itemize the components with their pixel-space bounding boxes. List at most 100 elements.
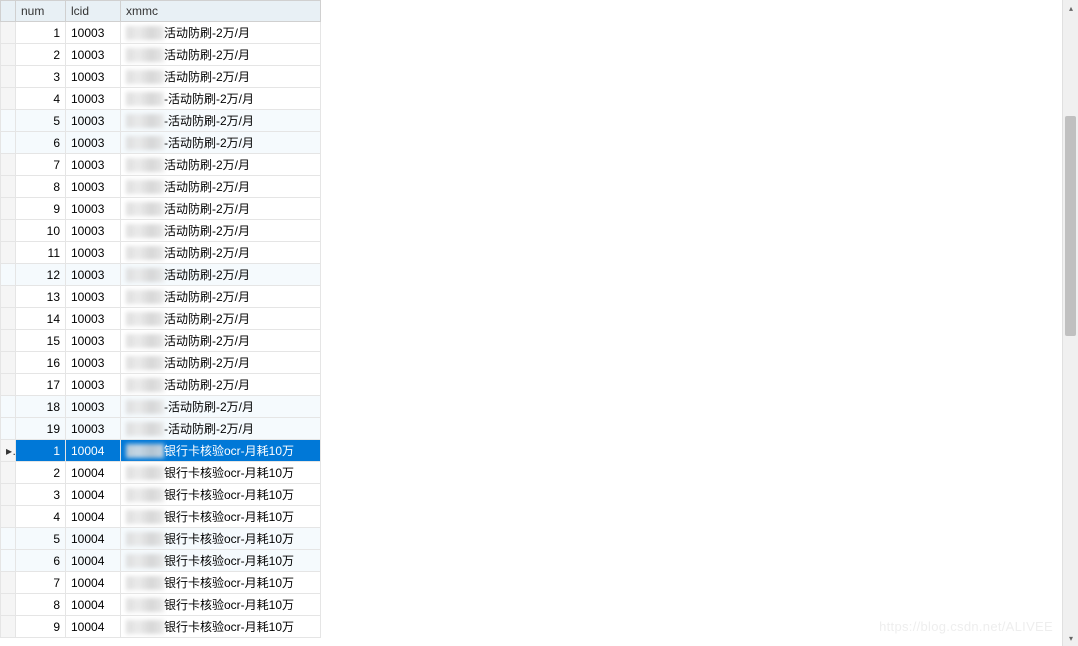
table-row[interactable]: 1710003活动防刷-2万/月 <box>1 374 321 396</box>
table-row[interactable]: 310004银行卡核验ocr-月耗10万 <box>1 484 321 506</box>
table-row[interactable]: 710004银行卡核验ocr-月耗10万 <box>1 572 321 594</box>
cell-xmmc[interactable]: 活动防刷-2万/月 <box>121 66 321 88</box>
cell-lcid[interactable]: 10004 <box>66 616 121 638</box>
cell-num[interactable]: 5 <box>16 110 66 132</box>
cell-lcid[interactable]: 10004 <box>66 550 121 572</box>
cell-num[interactable]: 9 <box>16 198 66 220</box>
cell-num[interactable]: 9 <box>16 616 66 638</box>
cell-lcid[interactable]: 10003 <box>66 132 121 154</box>
cell-xmmc[interactable]: 活动防刷-2万/月 <box>121 264 321 286</box>
cell-lcid[interactable]: 10003 <box>66 264 121 286</box>
cell-num[interactable]: 4 <box>16 88 66 110</box>
table-row[interactable]: 1610003活动防刷-2万/月 <box>1 352 321 374</box>
cell-xmmc[interactable]: 银行卡核验ocr-月耗10万 <box>121 616 321 638</box>
cell-num[interactable]: 3 <box>16 484 66 506</box>
table-row[interactable]: 210004银行卡核验ocr-月耗10万 <box>1 462 321 484</box>
cell-lcid[interactable]: 10003 <box>66 308 121 330</box>
cell-num[interactable]: 2 <box>16 44 66 66</box>
table-row[interactable]: 1910003-活动防刷-2万/月 <box>1 418 321 440</box>
cell-xmmc[interactable]: 活动防刷-2万/月 <box>121 154 321 176</box>
cell-xmmc[interactable]: 活动防刷-2万/月 <box>121 286 321 308</box>
cell-lcid[interactable]: 10003 <box>66 198 121 220</box>
vertical-scrollbar[interactable]: ▴ ▾ <box>1062 0 1078 646</box>
cell-xmmc[interactable]: 银行卡核验ocr-月耗10万 <box>121 550 321 572</box>
cell-xmmc[interactable]: 银行卡核验ocr-月耗10万 <box>121 440 321 462</box>
cell-lcid[interactable]: 10003 <box>66 220 121 242</box>
table-row[interactable]: 1210003活动防刷-2万/月 <box>1 264 321 286</box>
cell-xmmc[interactable]: 活动防刷-2万/月 <box>121 330 321 352</box>
scrollbar-thumb[interactable] <box>1065 116 1076 336</box>
cell-lcid[interactable]: 10003 <box>66 44 121 66</box>
table-row[interactable]: 610004银行卡核验ocr-月耗10万 <box>1 550 321 572</box>
table-row[interactable]: 1010003活动防刷-2万/月 <box>1 220 321 242</box>
table-row[interactable]: 1310003活动防刷-2万/月 <box>1 286 321 308</box>
cell-num[interactable]: 15 <box>16 330 66 352</box>
cell-lcid[interactable]: 10004 <box>66 572 121 594</box>
cell-lcid[interactable]: 10003 <box>66 418 121 440</box>
cell-num[interactable]: 6 <box>16 550 66 572</box>
cell-xmmc[interactable]: 活动防刷-2万/月 <box>121 176 321 198</box>
cell-xmmc[interactable]: 银行卡核验ocr-月耗10万 <box>121 462 321 484</box>
cell-num[interactable]: 17 <box>16 374 66 396</box>
cell-lcid[interactable]: 10003 <box>66 242 121 264</box>
table-row[interactable]: 910003活动防刷-2万/月 <box>1 198 321 220</box>
table-row[interactable]: 410004银行卡核验ocr-月耗10万 <box>1 506 321 528</box>
cell-xmmc[interactable]: 活动防刷-2万/月 <box>121 374 321 396</box>
data-table[interactable]: num lcid xmmc 110003活动防刷-2万/月210003活动防刷-… <box>0 0 321 638</box>
cell-num[interactable]: 12 <box>16 264 66 286</box>
cell-lcid[interactable]: 10004 <box>66 440 121 462</box>
cell-lcid[interactable]: 10003 <box>66 154 121 176</box>
cell-xmmc[interactable]: 活动防刷-2万/月 <box>121 44 321 66</box>
cell-num[interactable]: 16 <box>16 352 66 374</box>
cell-xmmc[interactable]: 活动防刷-2万/月 <box>121 22 321 44</box>
table-row[interactable]: 1110003活动防刷-2万/月 <box>1 242 321 264</box>
cell-xmmc[interactable]: 活动防刷-2万/月 <box>121 352 321 374</box>
header-xmmc[interactable]: xmmc <box>121 1 321 22</box>
cell-num[interactable]: 13 <box>16 286 66 308</box>
table-row[interactable]: 710003活动防刷-2万/月 <box>1 154 321 176</box>
cell-lcid[interactable]: 10004 <box>66 528 121 550</box>
cell-num[interactable]: 7 <box>16 572 66 594</box>
cell-xmmc[interactable]: 活动防刷-2万/月 <box>121 198 321 220</box>
table-row[interactable]: 110003活动防刷-2万/月 <box>1 22 321 44</box>
scroll-down-icon[interactable]: ▾ <box>1063 630 1078 646</box>
cell-lcid[interactable]: 10003 <box>66 22 121 44</box>
table-row[interactable]: 210003活动防刷-2万/月 <box>1 44 321 66</box>
cell-xmmc[interactable]: -活动防刷-2万/月 <box>121 110 321 132</box>
scrollbar-track[interactable] <box>1065 16 1076 630</box>
table-row[interactable]: 510004银行卡核验ocr-月耗10万 <box>1 528 321 550</box>
cell-xmmc[interactable]: -活动防刷-2万/月 <box>121 418 321 440</box>
cell-xmmc[interactable]: 银行卡核验ocr-月耗10万 <box>121 572 321 594</box>
cell-num[interactable]: 6 <box>16 132 66 154</box>
table-row[interactable]: 1410003活动防刷-2万/月 <box>1 308 321 330</box>
table-row[interactable]: 610003-活动防刷-2万/月 <box>1 132 321 154</box>
cell-xmmc[interactable]: 活动防刷-2万/月 <box>121 220 321 242</box>
cell-num[interactable]: 14 <box>16 308 66 330</box>
table-row[interactable]: 410003-活动防刷-2万/月 <box>1 88 321 110</box>
cell-lcid[interactable]: 10003 <box>66 396 121 418</box>
cell-num[interactable]: 1 <box>16 440 66 462</box>
cell-num[interactable]: 10 <box>16 220 66 242</box>
table-row[interactable]: 1810003-活动防刷-2万/月 <box>1 396 321 418</box>
cell-num[interactable]: 1 <box>16 22 66 44</box>
cell-num[interactable]: 18 <box>16 396 66 418</box>
cell-num[interactable]: 4 <box>16 506 66 528</box>
table-row[interactable]: ▸110004银行卡核验ocr-月耗10万 <box>1 440 321 462</box>
cell-lcid[interactable]: 10003 <box>66 286 121 308</box>
header-num[interactable]: num <box>16 1 66 22</box>
cell-lcid[interactable]: 10003 <box>66 66 121 88</box>
cell-xmmc[interactable]: 银行卡核验ocr-月耗10万 <box>121 528 321 550</box>
cell-xmmc[interactable]: 活动防刷-2万/月 <box>121 308 321 330</box>
scroll-up-icon[interactable]: ▴ <box>1063 0 1078 16</box>
cell-num[interactable]: 2 <box>16 462 66 484</box>
cell-xmmc[interactable]: -活动防刷-2万/月 <box>121 88 321 110</box>
cell-lcid[interactable]: 10003 <box>66 352 121 374</box>
cell-lcid[interactable]: 10003 <box>66 330 121 352</box>
table-row[interactable]: 810004银行卡核验ocr-月耗10万 <box>1 594 321 616</box>
table-row[interactable]: 910004银行卡核验ocr-月耗10万 <box>1 616 321 638</box>
cell-num[interactable]: 11 <box>16 242 66 264</box>
cell-num[interactable]: 3 <box>16 66 66 88</box>
cell-num[interactable]: 8 <box>16 594 66 616</box>
cell-xmmc[interactable]: -活动防刷-2万/月 <box>121 396 321 418</box>
cell-lcid[interactable]: 10003 <box>66 374 121 396</box>
